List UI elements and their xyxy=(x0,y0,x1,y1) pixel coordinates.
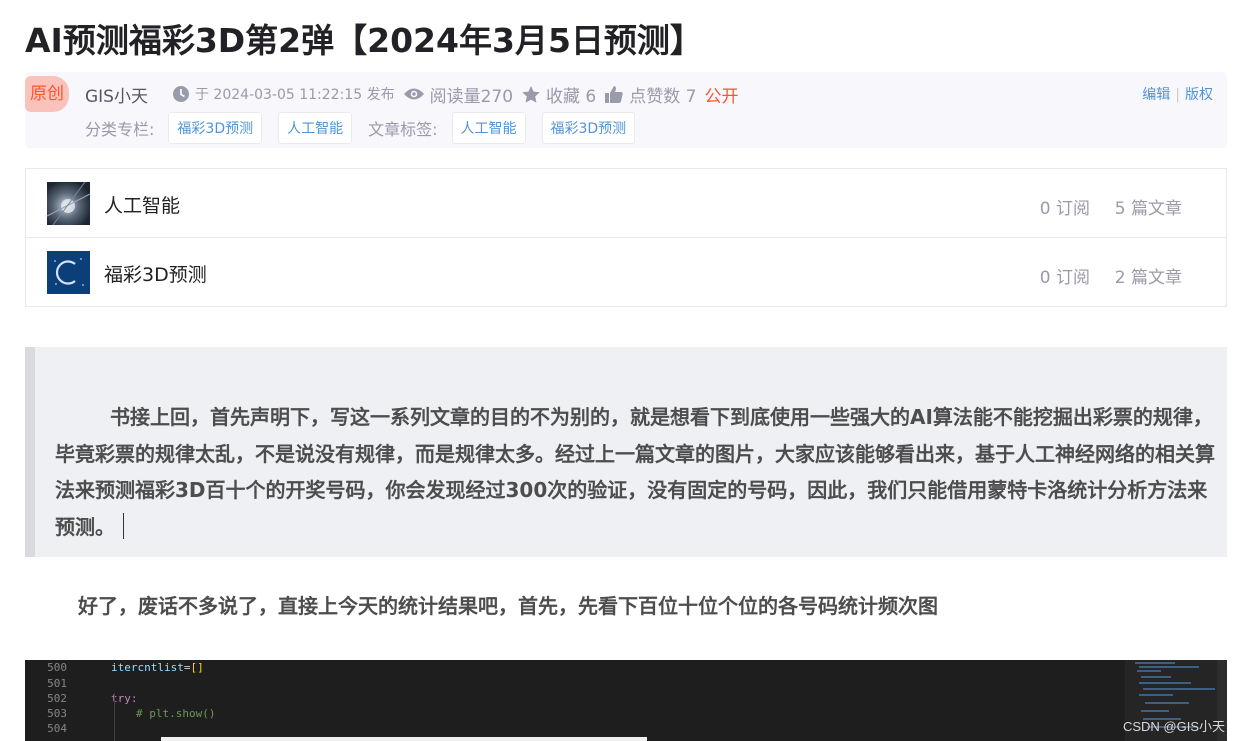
column-article-count: 2 篇文章 xyxy=(1114,268,1182,288)
indent-guide xyxy=(114,693,115,741)
line-number: 503 xyxy=(47,707,67,720)
line-number: 500 xyxy=(47,661,67,674)
article-meta: 原创 GIS小天 于 2024-03-05 11:22:15 发布 阅读量270… xyxy=(25,72,1227,148)
column-item[interactable]: 人工智能 0 订阅 5 篇文章 xyxy=(26,169,1226,238)
minimap-line xyxy=(1135,662,1175,664)
read-count-text: 阅读量270 xyxy=(429,86,514,107)
category-tag[interactable]: 人工智能 xyxy=(278,112,353,144)
line-number: 504 xyxy=(47,722,67,735)
column-thumbnail-3d xyxy=(47,251,90,294)
visibility-label: 公开 xyxy=(704,86,739,107)
column-name: 人工智能 xyxy=(104,195,181,217)
minimap-line xyxy=(1137,670,1161,672)
category-tag[interactable]: 福彩3D预测 xyxy=(168,112,263,144)
column-list: 人工智能 0 订阅 5 篇文章 福彩3D预测 0 订阅 2 篇文章 xyxy=(25,168,1227,307)
meta-tags-row: 分类专栏: 福彩3D预测 人工智能 文章标签: 人工智能 福彩3D预测 xyxy=(85,112,651,144)
minimap-line xyxy=(1139,694,1173,696)
star-icon xyxy=(522,85,540,103)
edit-link[interactable]: 编辑 xyxy=(1142,87,1170,103)
column-thumbnail-ai xyxy=(47,182,90,225)
read-count: 阅读量270 xyxy=(403,82,513,107)
action-separator: | xyxy=(1175,87,1180,103)
article-paragraph: 好了，废话不多说了，直接上今天的统计结果吧，首先，先看下百位十位个位的各号码统计… xyxy=(78,594,938,618)
code-screenshot: 500 501 502 503 504 itercntlist=[] try: … xyxy=(25,660,1227,741)
favorite-count: 收藏 6 xyxy=(546,86,597,107)
publish-time-text: 于 2024-03-05 11:22:15 发布 xyxy=(194,87,395,103)
article-tag[interactable]: 人工智能 xyxy=(451,112,526,144)
meta-info-row: GIS小天 于 2024-03-05 11:22:15 发布 阅读量270 收藏… xyxy=(85,80,739,108)
clock-icon xyxy=(172,86,189,102)
code-brackets: [] xyxy=(190,661,204,674)
thumbs-up-icon xyxy=(605,85,623,103)
column-subscribers: 0 订阅 xyxy=(1039,199,1090,219)
category-label: 分类专栏: xyxy=(85,120,155,139)
blockquote-text: 书接上回，首先声明下，写这一系列文章的目的不为别的，就是想看下到底使用一些强大的… xyxy=(55,399,1215,545)
column-name: 福彩3D预测 xyxy=(104,264,207,286)
popup-edge xyxy=(161,737,647,741)
minimap-line xyxy=(1139,666,1199,668)
minimap-line xyxy=(1141,676,1171,678)
code-line: # plt.show() xyxy=(136,707,216,720)
blockquote-content: 书接上回，首先声明下，写这一系列文章的目的不为别的，就是想看下到底使用一些强大的… xyxy=(55,405,1215,539)
minimap-line xyxy=(1145,702,1189,704)
minimap-line xyxy=(1141,710,1169,712)
minimap-line xyxy=(1143,688,1215,690)
eye-icon xyxy=(403,88,424,100)
copyright-link[interactable]: 版权 xyxy=(1185,87,1213,103)
column-article-count: 5 篇文章 xyxy=(1114,199,1182,219)
code-var: itercntlist xyxy=(111,661,184,674)
publish-time: 于 2024-03-05 11:22:15 发布 xyxy=(172,84,395,104)
csdn-watermark: CSDN @GIS小天 xyxy=(1122,719,1225,734)
like-count: 点赞数 7 xyxy=(629,86,697,107)
meta-actions: 编辑 | 版权 xyxy=(1142,84,1213,104)
author-link[interactable]: GIS小天 xyxy=(85,82,148,107)
line-number: 502 xyxy=(47,692,67,705)
article-tag[interactable]: 福彩3D预测 xyxy=(541,112,636,144)
minimap-line xyxy=(1139,682,1191,684)
line-number: 501 xyxy=(47,677,67,690)
column-item[interactable]: 福彩3D预测 0 订阅 2 篇文章 xyxy=(26,238,1226,306)
column-subscribers: 0 订阅 xyxy=(1039,268,1090,288)
original-badge: 原创 xyxy=(25,76,69,112)
text-caret xyxy=(123,512,124,539)
code-line: itercntlist=[] xyxy=(111,661,204,674)
tag-label: 文章标签: xyxy=(368,120,438,139)
like-button[interactable]: 点赞数 7 xyxy=(604,82,697,107)
article-title: AI预测福彩3D第2弹【2024年3月5日预测】 xyxy=(25,21,703,60)
favorite-button[interactable]: 收藏 6 xyxy=(521,82,596,107)
article-blockquote: 书接上回，首先声明下，写这一系列文章的目的不为别的，就是想看下到底使用一些强大的… xyxy=(25,347,1227,557)
